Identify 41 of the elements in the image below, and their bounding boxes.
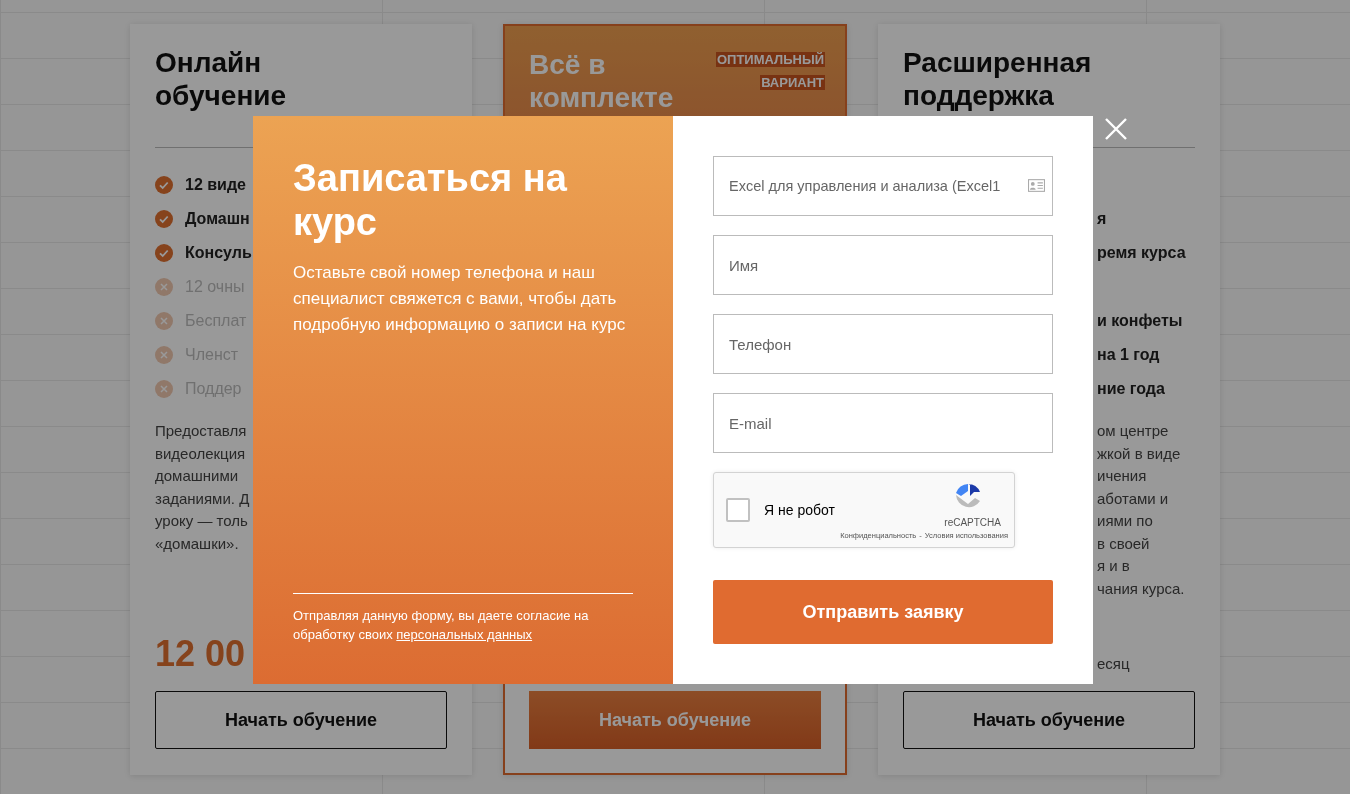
description-text: чания курса. [1097,578,1186,599]
plan-title: Расширенная поддержка [903,46,1093,112]
plan-title: Всё в комплекте [529,48,675,114]
course-field[interactable]: Excel для управления и анализа (Excel1 [713,156,1053,216]
description-text: аботами и [1097,488,1170,509]
dialog-text: Оставьте свой номер телефона и наш специалист свяжется с вами, чтобы дать подробную информацию о записи на курс [293,262,627,336]
description-text: ичения [1097,466,1148,486]
description-text: ом центре [1097,421,1170,441]
price-note: есяц [1096,655,1131,672]
price: 12 00 [155,633,246,675]
start-button[interactable]: Начать обучение [155,691,447,749]
description-text: в своей [1097,533,1151,554]
close-button[interactable] [1103,116,1129,142]
description-text: иями по [1097,511,1154,531]
captcha-label: Я не робот [764,502,835,518]
consent-text: Отправляя данную форму, вы даете согласие на обработку своих персональных данных [293,607,590,644]
dialog-title: Записаться на курс [293,156,568,244]
plan-title: Онлайн обучение [155,46,288,112]
feature-text: и конфеты [1097,311,1184,331]
description-text: жкой в виде [1097,443,1182,464]
description-text: «домашки». [155,533,240,554]
input-field[interactable]: Телефон [713,314,1053,374]
description-text: Предоставля [155,421,248,441]
description-text: уроку — толь [155,511,249,531]
feature-text: 12 виде [185,176,246,194]
feature-text: на 1 год [1097,345,1161,365]
feature-text: Консуль [185,244,252,262]
checkbox[interactable] [726,498,750,522]
contact-card-icon [1028,179,1045,192]
input-field[interactable]: Имя [713,235,1053,295]
feature-text: Домашн [185,210,250,228]
feature-text: ние года [1097,379,1166,399]
feature-text: ремя курса [1097,243,1187,263]
feature-text: я [1097,209,1108,229]
description-text: я и в [1097,556,1131,576]
description-text: домашними [155,466,240,486]
start-button[interactable]: Начать обучение [903,691,1195,749]
input-field[interactable]: E-mail [713,393,1053,453]
captcha-brand: reCAPTCHA [944,517,1001,528]
description-text: заданиями. Д [155,488,251,509]
description-text: видеолекция [155,443,247,464]
